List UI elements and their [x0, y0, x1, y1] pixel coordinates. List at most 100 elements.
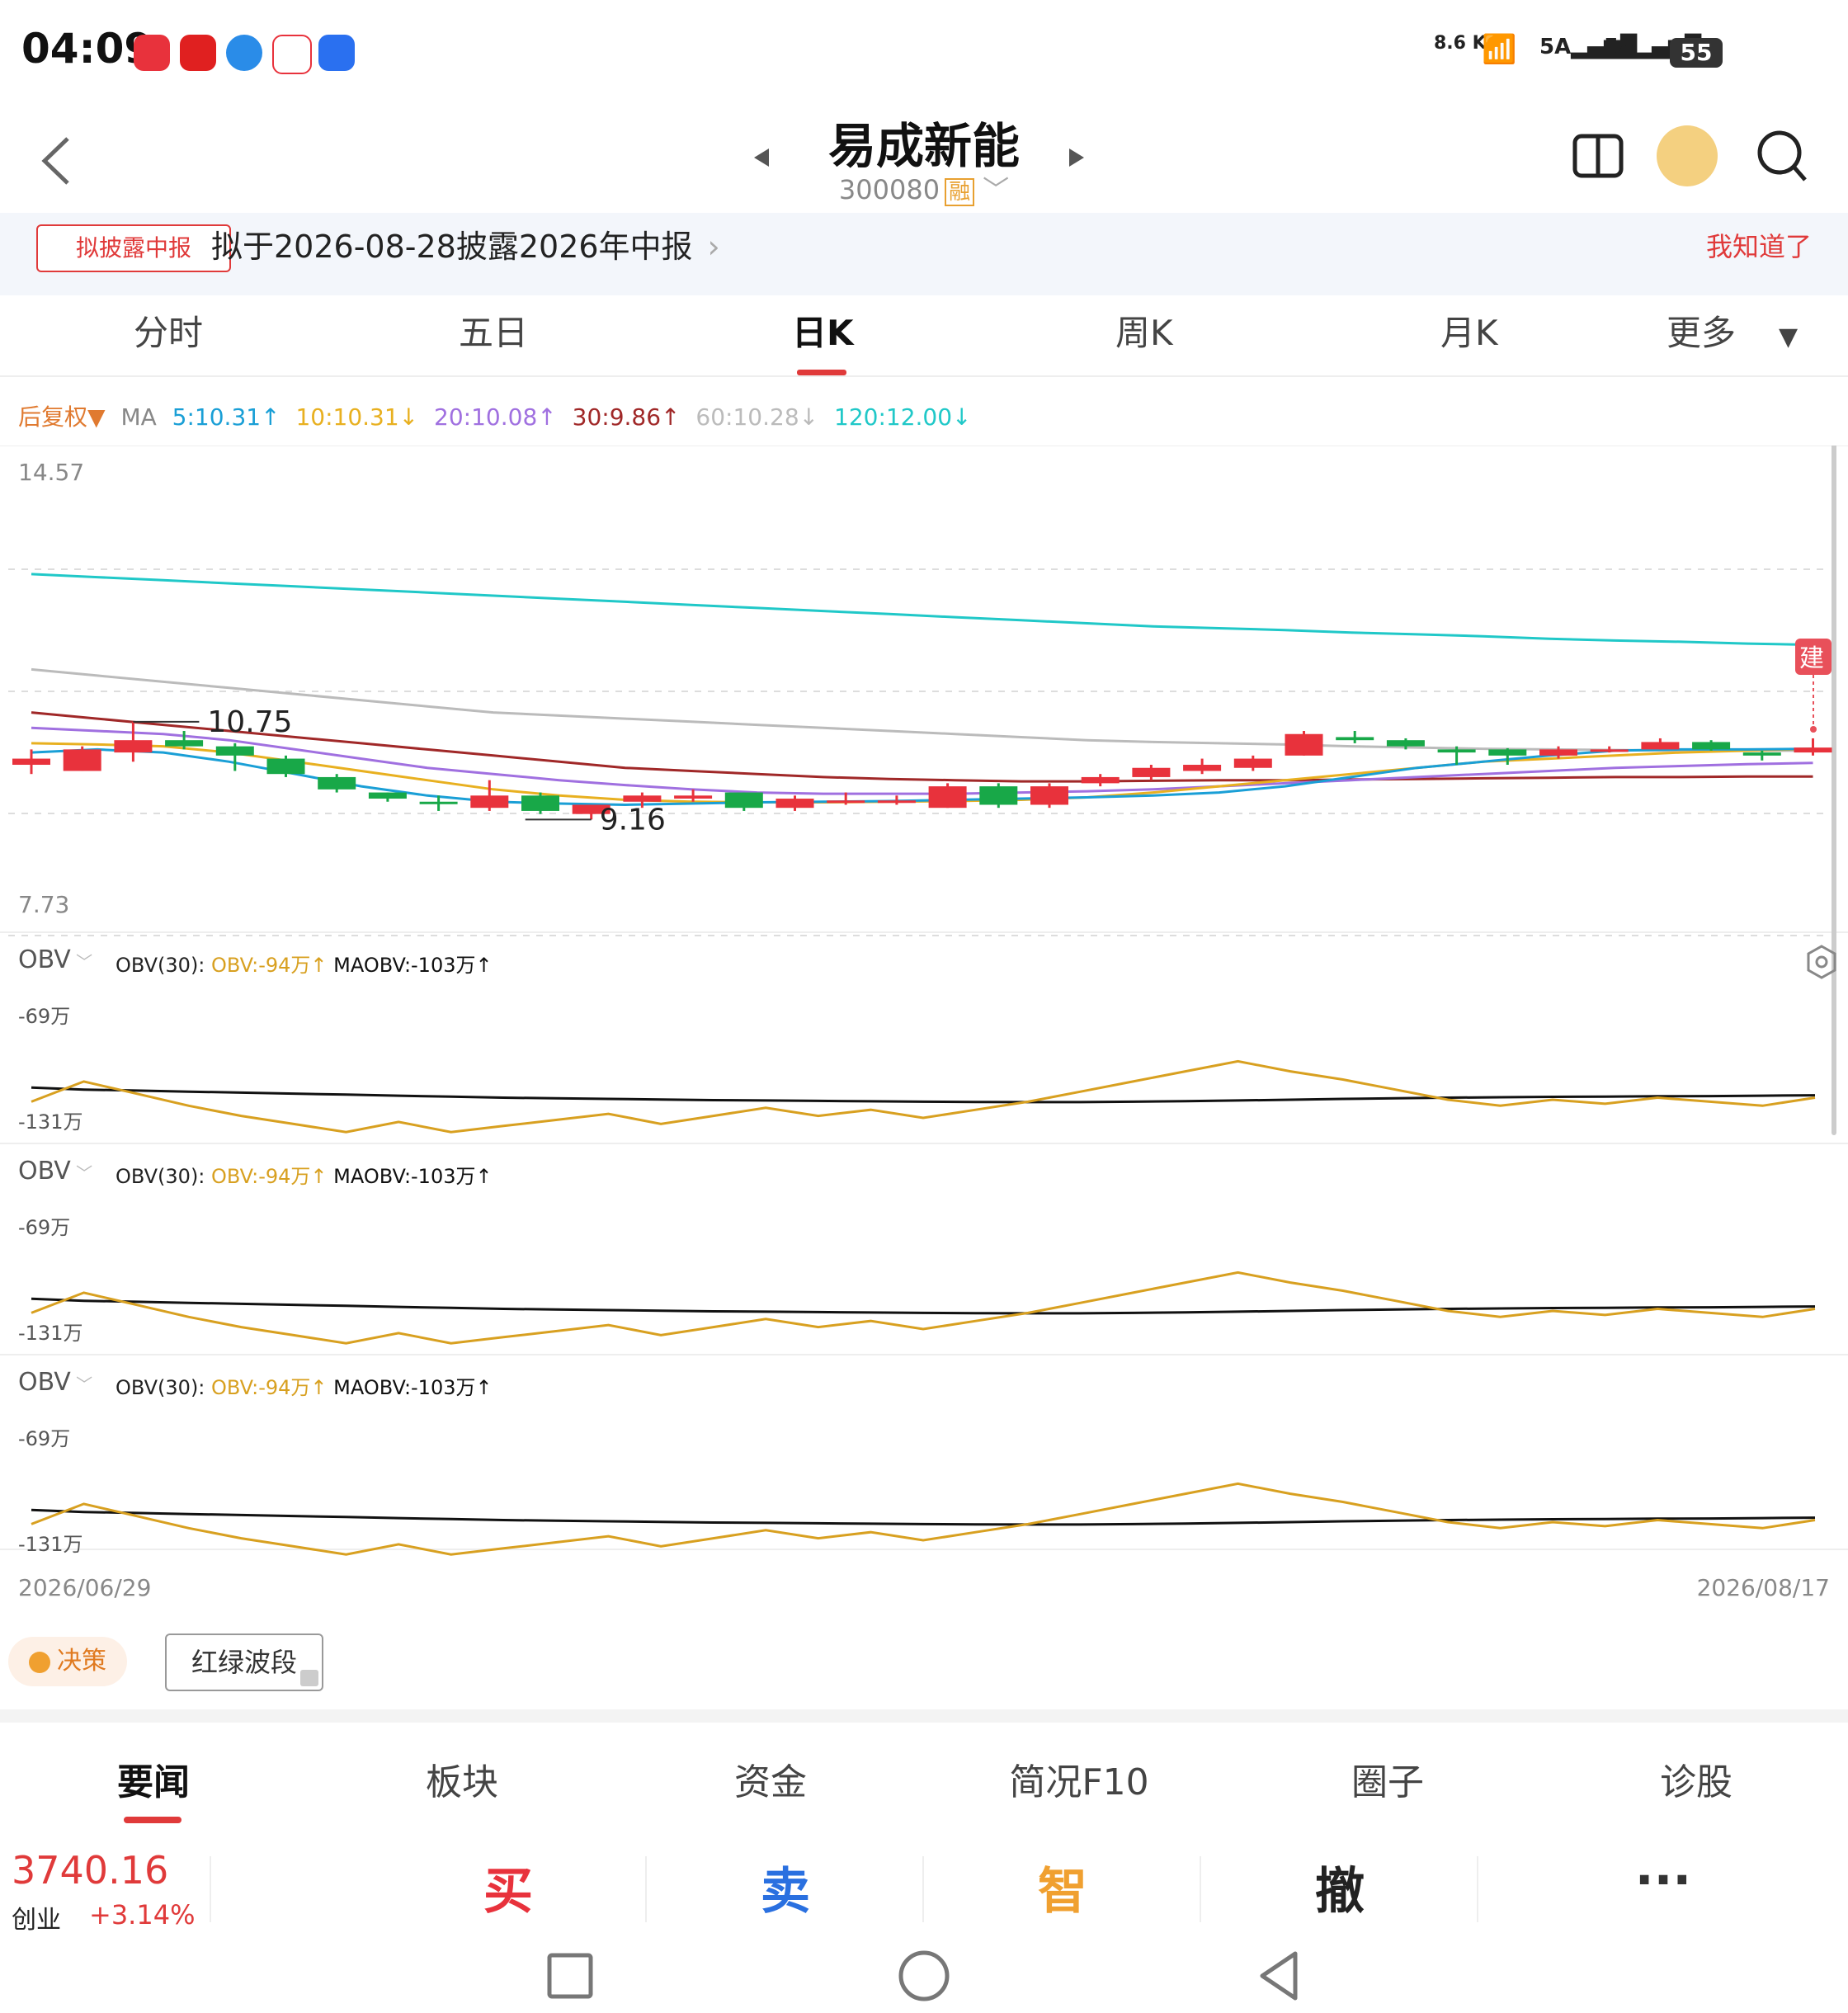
candle — [470, 795, 509, 808]
divider — [210, 1856, 211, 1922]
battery-icon: 55 — [1670, 38, 1723, 68]
ma10-value: 10:10.31↓ — [295, 403, 419, 431]
stock-app-notification-icon — [272, 35, 312, 74]
tab-more-label: 更多 — [1666, 313, 1737, 353]
candle — [877, 800, 916, 804]
tab-news[interactable]: 要闻 — [30, 1752, 277, 1805]
divider — [1477, 1856, 1478, 1922]
candle — [827, 800, 865, 804]
x-end-date: 2026/08/17 — [1696, 1574, 1830, 1601]
candle — [1488, 749, 1527, 756]
tab-circle[interactable]: 圈子 — [1264, 1752, 1511, 1805]
ma-label: MA — [120, 403, 157, 431]
candle — [1336, 737, 1374, 741]
home-icon[interactable] — [898, 1950, 950, 2001]
candle — [12, 758, 50, 766]
obv-y-bottom-2: -131万 — [18, 1322, 83, 1345]
build-marker-dot — [1810, 726, 1817, 733]
tab-active-indicator — [797, 370, 846, 375]
divider — [922, 1856, 924, 1922]
chevron-right-icon: › — [707, 229, 720, 265]
tab-diagnose[interactable]: 诊股 — [1572, 1752, 1820, 1805]
obv-selector-1[interactable]: OBV ﹀ — [18, 945, 92, 974]
notice-badge: 拟披露中报 — [36, 224, 231, 272]
y-axis-min: 7.73 — [18, 891, 69, 918]
x-start-date: 2026/06/29 — [18, 1574, 152, 1601]
candle — [928, 786, 967, 808]
candle — [1233, 758, 1272, 768]
candle — [674, 795, 713, 799]
stock-code-text: 300080 — [838, 174, 940, 205]
buy-button[interactable]: 买 — [417, 1851, 599, 1923]
ma60-value: 60:10.28↓ — [695, 403, 819, 431]
candle — [318, 776, 356, 790]
candle — [1590, 749, 1629, 752]
candle — [1285, 733, 1323, 756]
tab-five-day[interactable]: 五日 — [459, 305, 528, 356]
ma-legend: 后复权▼ MA 5:10.31↑ 10:10.31↓ 20:10.08↑ 30:… — [18, 399, 980, 432]
candle — [776, 799, 814, 808]
tab-monthly-k[interactable]: 月K — [1440, 305, 1498, 356]
app-notification-icon — [180, 35, 216, 71]
message-notification-icon — [318, 35, 355, 71]
system-back-icon[interactable] — [1260, 1951, 1298, 2001]
notice-text[interactable]: 拟于2026-08-28披露2026年中报 › — [211, 224, 720, 269]
settings-icon[interactable] — [1805, 944, 1838, 980]
smart-button[interactable]: 智 — [972, 1851, 1153, 1923]
split-view-icon[interactable] — [1572, 134, 1624, 178]
stock-code[interactable]: 300080 融 ﹀ — [0, 169, 1848, 207]
obv-y-top-2: -69万 — [18, 1216, 71, 1239]
divider — [0, 375, 1848, 377]
candle — [1794, 747, 1832, 753]
divider — [645, 1856, 647, 1922]
tab-weekly-k[interactable]: 周K — [1115, 305, 1173, 356]
search-icon[interactable] — [1756, 129, 1808, 183]
mascot-avatar[interactable] — [1657, 125, 1718, 186]
candle — [724, 792, 763, 808]
recent-apps-icon[interactable] — [547, 1953, 593, 1999]
kline-chart[interactable]: 14.57 7.73 10.75 9.16 建 — [0, 446, 1848, 1617]
decision-icon — [29, 1651, 50, 1673]
y-axis-max: 14.57 — [18, 459, 84, 486]
adjust-dropdown[interactable]: 后复权▼ — [18, 403, 106, 431]
lock-icon — [300, 1670, 318, 1686]
more-button[interactable]: ··· — [1572, 1851, 1754, 1909]
candle — [1641, 742, 1680, 750]
margin-badge: 融 — [945, 178, 975, 206]
status-bar: 04:09 8.6 K/s 📶 5A▂▄▆█ 5A▂▄▆█ 55 — [0, 0, 1848, 107]
obv-legend-3: OBV(30): OBV:-94万↑ MAOBV:-103万↑ — [116, 1376, 493, 1399]
tab-funds[interactable]: 资金 — [647, 1752, 894, 1805]
candle — [266, 758, 305, 775]
tab-daily-k[interactable]: 日K — [792, 305, 854, 356]
tab-more[interactable]: 更多 ▼ — [1666, 305, 1798, 356]
obv-selector-3[interactable]: OBV ﹀ — [18, 1368, 92, 1397]
candle — [368, 792, 407, 799]
low-label: 9.16 — [600, 803, 666, 837]
decision-button[interactable]: 决策 — [8, 1637, 127, 1686]
cancel-order-button[interactable]: 撤 — [1249, 1851, 1431, 1923]
obv-selector-2[interactable]: OBV ﹀ — [18, 1157, 92, 1186]
tab-f10[interactable]: 简况F10 — [955, 1752, 1203, 1805]
index-change: +3.14% — [89, 1899, 196, 1930]
sell-button[interactable]: 卖 — [695, 1851, 876, 1923]
tab-intraday[interactable]: 分时 — [134, 305, 203, 356]
dropdown-icon: ▼ — [1779, 323, 1798, 351]
candle — [979, 786, 1018, 805]
news-tab-indicator — [124, 1817, 182, 1823]
divider — [1200, 1856, 1201, 1922]
index-name: 创业 — [12, 1906, 61, 1935]
candle — [63, 749, 101, 771]
obv-legend-1: OBV(30): OBV:-94万↑ MAOBV:-103万↑ — [116, 954, 493, 977]
candle — [623, 795, 662, 802]
obv-y-bottom-3: -131万 — [18, 1533, 83, 1556]
candle — [1183, 765, 1222, 771]
notice-dismiss-button[interactable]: 我知道了 — [1706, 224, 1812, 269]
obv-y-top-1: -69万 — [18, 1005, 71, 1028]
index-value[interactable]: 3740.16 — [12, 1848, 168, 1893]
obv-legend-2: OBV(30): OBV:-94万↑ MAOBV:-103万↑ — [116, 1165, 493, 1188]
ma30-value: 30:9.86↑ — [572, 403, 681, 431]
tab-sector[interactable]: 板块 — [338, 1752, 586, 1805]
ma20-value: 20:10.08↑ — [434, 403, 557, 431]
notice-text-label: 拟于2026-08-28披露2026年中报 — [211, 229, 693, 265]
wifi-icon: 📶 — [1482, 33, 1517, 66]
